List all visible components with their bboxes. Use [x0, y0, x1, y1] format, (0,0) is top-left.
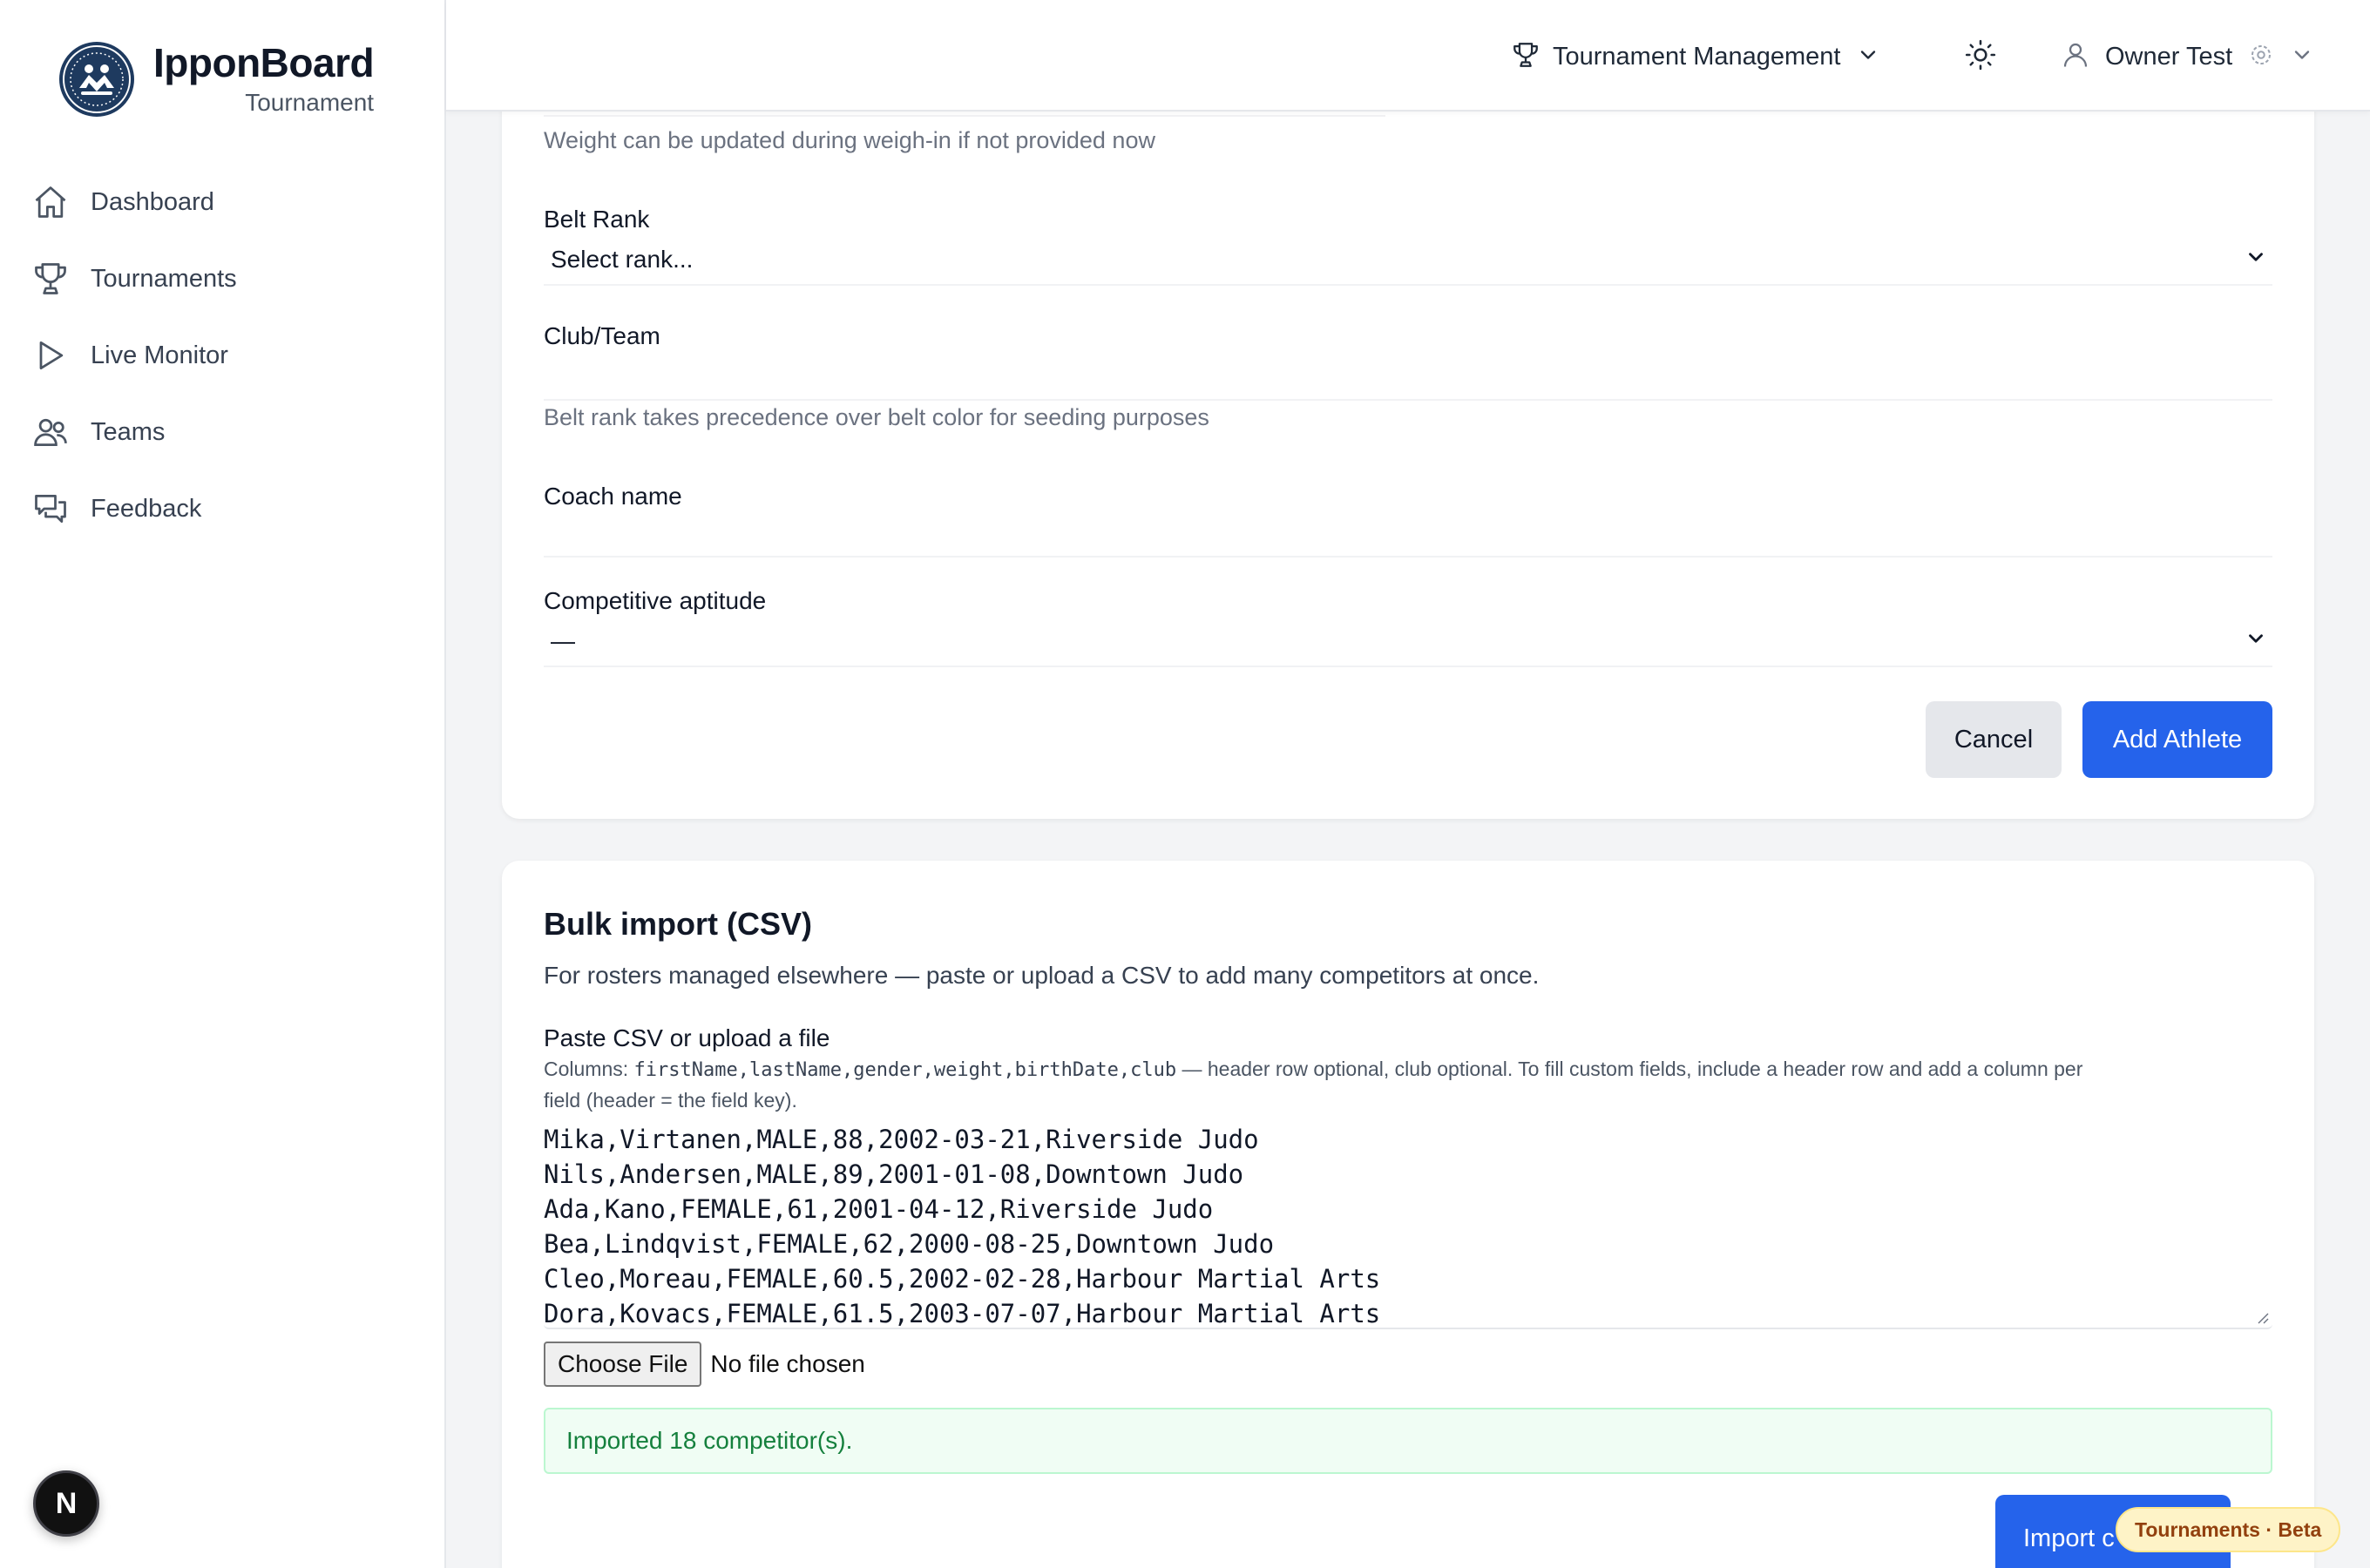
dev-tools-badge[interactable]: N	[33, 1470, 99, 1537]
sidebar-item-label: Dashboard	[91, 187, 214, 216]
sidebar-item-live-monitor[interactable]: Live Monitor	[26, 317, 420, 394]
sun-icon	[1964, 38, 1997, 76]
sidebar-item-label: Tournaments	[91, 264, 237, 293]
belt-rank-label: Belt Rank	[544, 206, 650, 233]
coach-name-label: Coach name	[544, 483, 682, 510]
csv-textarea[interactable]: Mika,Virtanen,MALE,88,2002-03-21,Riversi…	[544, 1122, 2272, 1329]
competitive-aptitude-select[interactable]: —	[544, 617, 2272, 667]
tournament-management-label: Tournament Management	[1553, 42, 1841, 71]
hint-prefix: Columns:	[544, 1058, 634, 1080]
sidebar-item-label: Live Monitor	[91, 341, 228, 369]
hint-line-2: field (header = the field key).	[544, 1089, 797, 1112]
trophy-icon	[1511, 40, 1540, 74]
sidebar-item-label: Feedback	[91, 494, 202, 523]
ipponboard-logo-icon	[59, 42, 134, 117]
weight-help-text: Weight can be updated during weigh-in if…	[544, 127, 1155, 153]
import-success-alert: Imported 18 competitor(s).	[544, 1408, 2272, 1474]
csv-line: Cleo,Moreau,FEMALE,60.5,2002-02-28,Harbo…	[544, 1264, 1381, 1294]
belt-rank-help-text: Belt rank takes precedence over belt col…	[544, 404, 1209, 430]
belt-rank-value: Select rank...	[551, 246, 694, 273]
resize-handle-icon[interactable]	[2255, 1310, 2269, 1324]
file-input: Choose File No file chosen	[544, 1342, 865, 1387]
csv-line: Mika,Virtanen,MALE,88,2002-03-21,Riversi…	[544, 1125, 1259, 1154]
user-menu[interactable]: Owner Test	[2060, 35, 2314, 78]
top-bar: Tournament Management Owner Test	[446, 0, 2370, 112]
sidebar-item-feedback[interactable]: Feedback	[26, 470, 420, 547]
sidebar-item-dashboard[interactable]: Dashboard	[26, 164, 420, 240]
sidebar: IpponBoard Tournament Dashboard Tourname…	[0, 0, 446, 1568]
competitive-aptitude-value: —	[551, 627, 575, 654]
home-icon	[30, 181, 71, 223]
csv-line: Bea,Lindqvist,FEMALE,62,2000-08-25,Downt…	[544, 1229, 1275, 1259]
csv-line: Dora,Kovacs,FEMALE,61.5,2003-07-07,Harbo…	[544, 1299, 1381, 1328]
trophy-icon	[30, 258, 71, 300]
chevron-down-icon	[1856, 43, 1880, 71]
belt-rank-select[interactable]: Select rank...	[544, 235, 2272, 286]
chevron-down-icon	[2290, 43, 2314, 71]
csv-field-label: Paste CSV or upload a file	[544, 1024, 830, 1051]
competitive-aptitude-label: Competitive aptitude	[544, 587, 767, 614]
chevron-down-icon	[2245, 246, 2267, 274]
chevron-down-icon	[2245, 627, 2267, 656]
csv-line: Ada,Kano,FEMALE,61,2001-04-12,Riverside …	[544, 1194, 1214, 1224]
brand-name: IpponBoard	[153, 40, 375, 85]
club-team-label: Club/Team	[544, 322, 660, 349]
brand-subtitle: Tournament	[245, 89, 375, 116]
user-icon	[2060, 39, 2091, 75]
club-team-input[interactable]	[544, 352, 2272, 401]
hint-suffix: — header row optional, club optional. To…	[1176, 1058, 2083, 1080]
tournament-management-menu[interactable]: Tournament Management	[1511, 35, 1880, 78]
cancel-button[interactable]: Cancel	[1926, 701, 2062, 778]
csv-line: Nils,Andersen,MALE,89,2001-01-08,Downtow…	[544, 1159, 1244, 1189]
theme-toggle-button[interactable]	[1959, 35, 2002, 78]
bulk-import-description: For rosters managed elsewhere — paste or…	[544, 962, 1540, 989]
chat-icon	[30, 488, 71, 530]
coach-name-input[interactable]	[544, 509, 2272, 558]
gear-icon	[2248, 42, 2274, 72]
sidebar-nav: Dashboard Tournaments Live Monitor Teams…	[26, 164, 420, 547]
csv-format-hint: Columns: firstName,lastName,gender,weigh…	[544, 1054, 2272, 1115]
add-athlete-button[interactable]: Add Athlete	[2082, 701, 2272, 778]
sidebar-item-tournaments[interactable]: Tournaments	[26, 240, 420, 317]
users-icon	[30, 411, 71, 453]
file-status: No file chosen	[710, 1350, 865, 1377]
bulk-import-title: Bulk import (CSV)	[544, 906, 813, 942]
sidebar-item-label: Teams	[91, 417, 166, 446]
choose-file-button[interactable]: Choose File	[544, 1342, 702, 1387]
beta-badge: Tournaments · Beta	[2116, 1507, 2341, 1552]
sidebar-item-teams[interactable]: Teams	[26, 394, 420, 470]
hint-columns: firstName,lastName,gender,weight,birthDa…	[633, 1059, 1177, 1081]
play-icon	[30, 335, 71, 376]
user-name: Owner Test	[2105, 42, 2233, 71]
brand[interactable]: IpponBoard Tournament	[59, 40, 375, 118]
